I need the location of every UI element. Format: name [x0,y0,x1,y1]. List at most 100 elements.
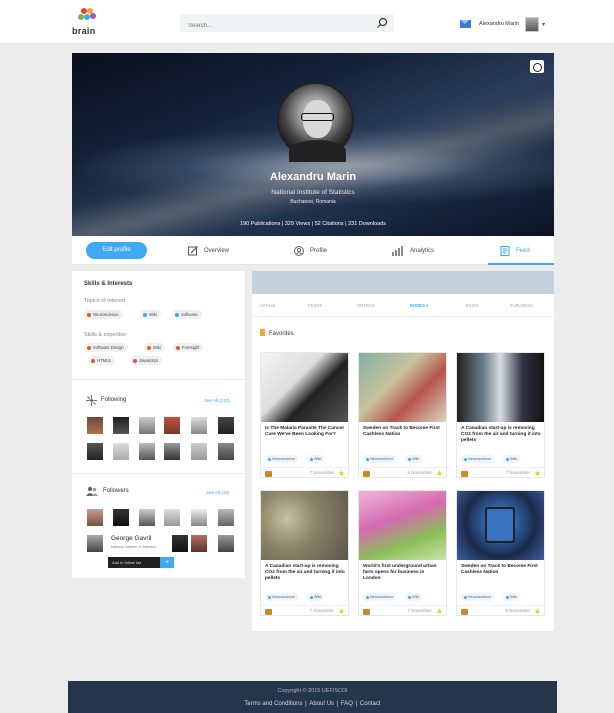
card-footer: 6 November ★ [457,605,544,616]
feed-card[interactable]: Is The Malaria Parasite The Cancer Cure … [260,352,349,478]
feed-card[interactable]: Sweden on Track to Become First Cashless… [456,490,545,616]
following-avatar[interactable] [139,417,155,434]
card-tag[interactable]: Neuroscience [265,593,299,601]
followers-see-all-link[interactable]: See All (15) [206,490,229,495]
tab-analytics[interactable]: Analytics [392,242,434,259]
feed-card[interactable]: A Canadian start-up is removing CO2 from… [456,352,545,478]
following-avatar[interactable] [113,417,129,434]
footer-link-faq[interactable]: FAQ [341,701,353,707]
following-see-all-link[interactable]: See All (213) [204,398,230,403]
follow-tooltip[interactable]: Add to follow list + [108,557,174,568]
star-icon[interactable]: ★ [338,469,345,478]
follower-avatar[interactable] [87,509,103,526]
follower-avatar[interactable] [113,509,129,526]
card-tag[interactable]: Wiki [405,593,423,601]
filter-euraxess[interactable]: EURAXESS [510,303,533,308]
footer-link-contact[interactable]: Contact [360,701,381,707]
edit-profile-button[interactable]: Edit profile [86,242,147,259]
filter-exirs[interactable]: EXIRS [466,303,479,308]
brain-logo[interactable]: brain [72,8,102,36]
star-icon[interactable]: ★ [534,607,541,616]
user-menu[interactable]: Alexandru Marin ▾ [460,15,545,33]
card-tag[interactable]: Wiki [405,455,423,463]
following-avatar[interactable] [87,417,103,434]
filter-ortech[interactable]: ORTECH [357,303,375,308]
user-avatar[interactable] [525,16,540,32]
feed-card[interactable]: Sweden on Track to Become First Cashless… [358,352,447,478]
card-tag[interactable]: Neuroscience [363,455,397,463]
library-icon [461,609,468,615]
follower-avatar[interactable] [172,535,188,552]
card-tag[interactable]: Neuroscience [461,455,495,463]
chevron-down-icon[interactable]: ▾ [542,21,545,28]
card-title[interactable]: A Canadian start-up is removing CO2 from… [461,426,541,443]
mail-icon[interactable] [460,20,471,28]
footer-link-about[interactable]: About Us [309,701,334,707]
card-title[interactable]: World's first underground urban farm ope… [363,564,443,581]
card-tag[interactable]: Wiki [307,455,325,463]
skill-chip[interactable]: Javascript [130,356,162,365]
card-title[interactable]: Sweden on Track to Become First Cashless… [461,564,541,576]
filter-all[interactable]: All Feed [260,303,275,308]
skill-chip[interactable]: Foresight [173,343,204,352]
profile-tabs: Edit profile Overview Profile Analytics … [72,236,554,265]
card-title[interactable]: Sweden on Track to Become First Cashless… [363,426,443,438]
card-tag[interactable]: Wiki [503,593,521,601]
following-avatar[interactable] [113,443,129,460]
camera-icon[interactable] [530,60,544,73]
star-icon[interactable]: ★ [338,607,345,616]
topic-chip[interactable]: Wiki [140,310,161,319]
card-tag[interactable]: Wiki [307,593,325,601]
follower-avatar[interactable] [191,535,207,552]
card-image [359,353,446,422]
tab-overview[interactable]: Overview [188,242,229,259]
follower-avatar[interactable] [87,535,103,552]
card-tag[interactable]: Wiki [503,455,521,463]
tab-profile[interactable]: Profile [294,242,327,259]
follower-avatar[interactable] [218,509,234,526]
feed-card[interactable]: A Canadian start-up is removing CO2 from… [260,490,349,616]
search-icon[interactable] [376,17,388,29]
following-avatar[interactable] [218,417,234,434]
following-avatar[interactable] [218,443,234,460]
follower-avatar[interactable] [164,509,180,526]
user-name[interactable]: Alexandru Marin [479,21,519,27]
hover-follower-name[interactable]: George Gavril [111,535,151,542]
card-image [359,491,446,560]
follower-avatar[interactable] [191,509,207,526]
following-avatar[interactable] [191,443,207,460]
skill-chip[interactable]: Software Design [84,343,128,352]
card-image [261,353,348,422]
card-tag[interactable]: Neuroscience [265,455,299,463]
feed-banner [252,271,554,294]
following-avatar[interactable] [87,443,103,460]
card-tag[interactable]: Neuroscience [363,593,397,601]
card-date: 6 November [407,470,432,475]
topic-chip[interactable]: Software [172,310,202,319]
skill-chip[interactable]: Wiki [144,343,165,352]
filter-nodes[interactable]: NODES ▾ [410,303,428,308]
feed-card[interactable]: World's first underground urban farm ope… [358,490,447,616]
tab-feed[interactable]: Feed [500,242,530,259]
card-title[interactable]: A Canadian start-up is removing CO2 from… [265,564,345,581]
star-icon[interactable]: ★ [534,469,541,478]
footer-link-terms[interactable]: Terms and Conditions [244,701,302,707]
following-avatar[interactable] [164,443,180,460]
following-avatar[interactable] [164,417,180,434]
add-follow-button[interactable]: + [160,557,174,568]
divider [72,473,245,474]
skill-chip[interactable]: HTML5 [88,356,115,365]
star-icon[interactable]: ★ [436,607,443,616]
page-footer: Copyright © 2015 UEFISCDI Terms and Cond… [68,681,557,713]
topic-chip[interactable]: Neuroscience [84,310,123,319]
follower-avatar[interactable] [218,535,234,552]
card-tag[interactable]: Neuroscience [461,593,495,601]
search-input[interactable] [180,17,360,35]
filter-peers[interactable]: PEERS [308,303,322,308]
following-avatar[interactable] [139,443,155,460]
following-avatar[interactable] [191,417,207,434]
card-title[interactable]: Is The Malaria Parasite The Cancer Cure … [265,426,345,438]
card-image [457,353,544,422]
follower-avatar[interactable] [139,509,155,526]
star-icon[interactable]: ★ [436,469,443,478]
